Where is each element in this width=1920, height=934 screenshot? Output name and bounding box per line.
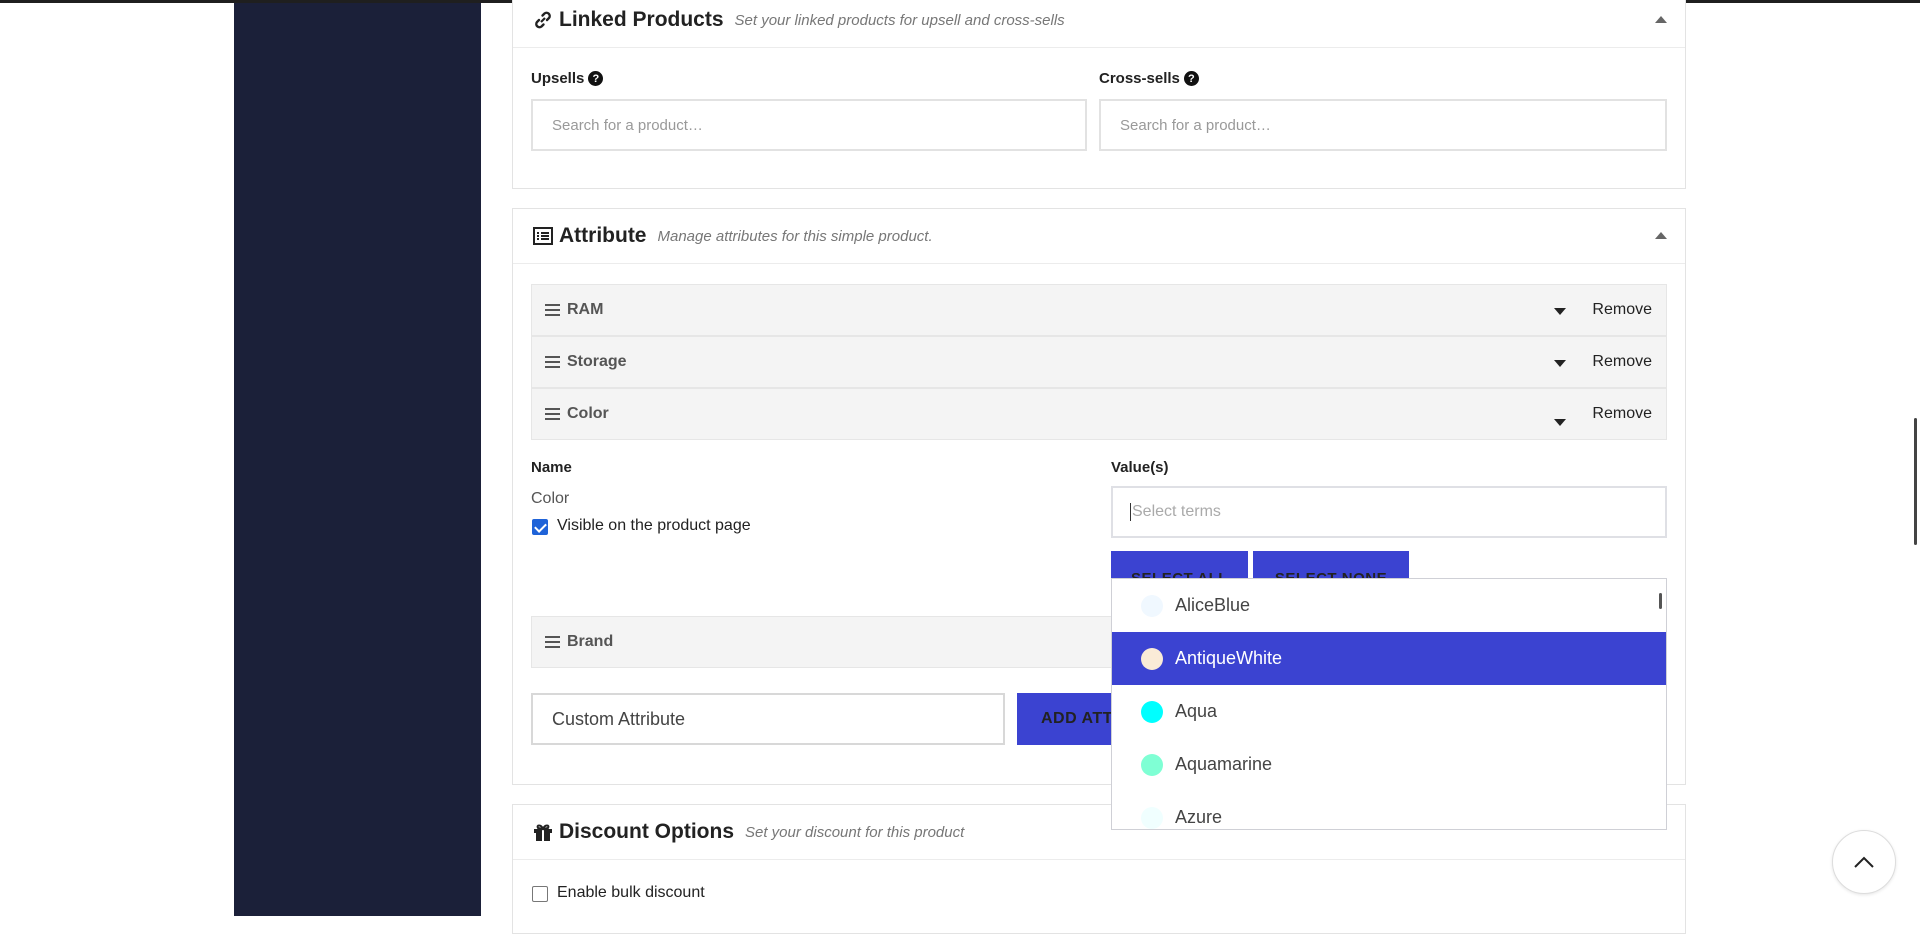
expand-caret-icon[interactable]: [1554, 419, 1566, 426]
remove-link[interactable]: Remove: [1592, 353, 1652, 371]
crosssells-label: Cross-sells ?: [1099, 70, 1199, 87]
attribute-row-storage[interactable]: Storage Remove: [531, 336, 1667, 388]
values-label: Value(s): [1111, 459, 1169, 476]
collapse-caret-icon[interactable]: [1655, 232, 1667, 239]
expand-caret-icon[interactable]: [1554, 360, 1566, 367]
discount-title: Discount Options: [559, 820, 734, 843]
bulk-discount-checkbox[interactable]: [532, 886, 548, 902]
chevron-up-icon: [1854, 856, 1874, 868]
upsells-label-text: Upsells: [531, 70, 585, 87]
help-icon[interactable]: ?: [1183, 71, 1199, 86]
discount-subtitle: Set your discount for this product: [745, 823, 965, 841]
option-label: AliceBlue: [1175, 595, 1251, 615]
back-to-top-button[interactable]: [1832, 830, 1896, 894]
bulk-discount-label[interactable]: Enable bulk discount: [557, 884, 705, 902]
gift-icon: [532, 821, 554, 843]
linked-products-title: Linked Products: [559, 8, 724, 31]
select-none-label: SELECT NONE: [1275, 570, 1387, 578]
visible-label[interactable]: Visible on the product page: [557, 517, 751, 535]
remove-link[interactable]: Remove: [1592, 301, 1652, 319]
option-label: Aqua: [1175, 701, 1218, 721]
text-cursor: [1130, 503, 1131, 521]
option-label: Azure: [1175, 807, 1223, 827]
dropdown-option-aquamarine[interactable]: Aquamarine: [1112, 738, 1666, 791]
select-terms-input[interactable]: Select terms: [1111, 486, 1667, 538]
color-swatch: [1141, 594, 1163, 617]
dropdown-option-aqua[interactable]: Aqua: [1112, 685, 1666, 738]
dropdown-option-azure[interactable]: Azure: [1112, 791, 1666, 829]
drag-handle-icon[interactable]: [545, 636, 560, 648]
crosssells-search-input[interactable]: Search for a product…: [1099, 99, 1667, 151]
color-swatch: [1141, 700, 1163, 723]
attribute-row-name: Brand: [567, 633, 614, 650]
drag-handle-icon[interactable]: [545, 408, 560, 420]
attribute-subtitle: Manage attributes for this simple produc…: [657, 227, 933, 245]
upsells-label: Upsells ?: [531, 70, 604, 87]
option-label: AntiqueWhite: [1175, 648, 1283, 668]
linked-products-subtitle: Set your linked products for upsell and …: [734, 11, 1065, 29]
expand-caret-icon[interactable]: [1554, 308, 1566, 315]
link-icon: [532, 9, 554, 31]
attribute-row-name: Color: [567, 405, 609, 422]
color-terms-dropdown[interactable]: AliceBlue AntiqueWhite Aqua Aquamarine A…: [1111, 578, 1667, 830]
linked-products-header[interactable]: Linked Products Set your linked products…: [513, 0, 1685, 48]
sidebar: [234, 3, 481, 916]
list-icon: [532, 225, 554, 247]
remove-link[interactable]: Remove: [1592, 405, 1652, 423]
attribute-row-ram[interactable]: RAM Remove: [531, 284, 1667, 336]
attribute-row-name: RAM: [567, 301, 604, 318]
name-label: Name: [531, 459, 572, 476]
drag-handle-icon[interactable]: [545, 304, 560, 316]
option-label: Aquamarine: [1175, 754, 1273, 774]
visible-checkbox[interactable]: [532, 519, 548, 535]
custom-attribute-input[interactable]: Custom Attribute: [531, 693, 1005, 745]
attribute-row-brand[interactable]: Brand: [531, 616, 1131, 668]
linked-products-panel: Linked Products Set your linked products…: [512, 0, 1686, 189]
help-icon[interactable]: ?: [588, 71, 604, 86]
upsells-placeholder: Search for a product…: [552, 116, 703, 134]
color-swatch: [1141, 753, 1163, 776]
color-swatch: [1141, 647, 1163, 670]
terms-placeholder: Select terms: [1132, 503, 1221, 520]
collapse-caret-icon[interactable]: [1655, 16, 1667, 23]
select-all-label: SELECT ALL: [1131, 570, 1228, 578]
crosssells-placeholder: Search for a product…: [1120, 116, 1271, 134]
select-all-button[interactable]: SELECT ALL: [1111, 551, 1248, 578]
crosssells-label-text: Cross-sells: [1099, 70, 1180, 87]
attribute-row-color[interactable]: Color Remove: [531, 388, 1667, 440]
attribute-title: Attribute: [559, 224, 647, 247]
dropdown-scrollbar[interactable]: [1659, 593, 1662, 609]
upsells-search-input[interactable]: Search for a product…: [531, 99, 1087, 151]
attribute-header[interactable]: Attribute Manage attributes for this sim…: [513, 209, 1685, 264]
color-swatch: [1141, 806, 1163, 829]
dropdown-option-aliceblue[interactable]: AliceBlue: [1112, 579, 1666, 632]
attribute-row-name: Storage: [567, 353, 627, 370]
page-scrollbar[interactable]: [1914, 418, 1917, 545]
dropdown-option-antiquewhite[interactable]: AntiqueWhite: [1112, 632, 1666, 685]
attribute-name-value: Color: [531, 490, 570, 507]
drag-handle-icon[interactable]: [545, 356, 560, 368]
select-none-button[interactable]: SELECT NONE: [1253, 551, 1409, 578]
custom-attribute-value: Custom Attribute: [552, 708, 686, 729]
